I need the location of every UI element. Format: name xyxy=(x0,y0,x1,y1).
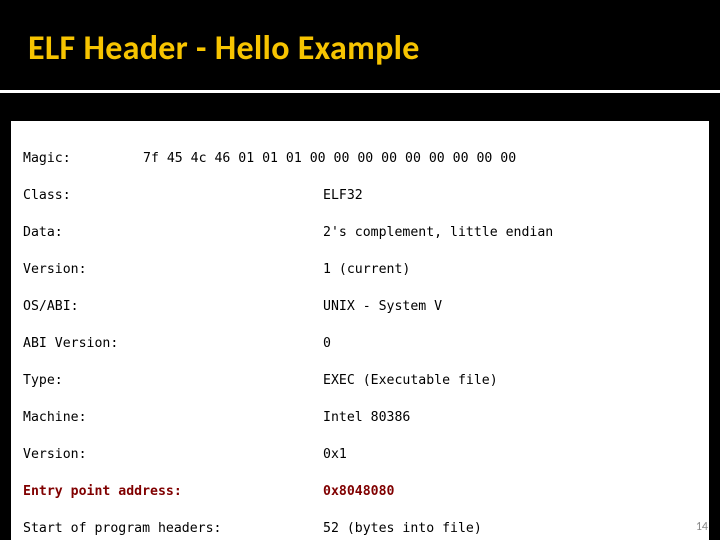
row-magic: Magic:7f 45 4c 46 01 01 01 00 00 00 00 0… xyxy=(23,150,697,169)
label-entry: Entry point address: xyxy=(23,483,323,502)
value-type: EXEC (Executable file) xyxy=(323,373,498,388)
value-version2: 0x1 xyxy=(323,447,347,462)
value-entry: 0x8048080 xyxy=(323,484,394,499)
title-underline xyxy=(0,90,720,93)
row-entry: Entry point address:0x8048080 xyxy=(23,483,697,502)
label-startph: Start of program headers: xyxy=(23,520,323,539)
value-class: ELF32 xyxy=(323,188,363,203)
slide-title: ELF Header - Hello Example xyxy=(28,28,420,69)
row-abiversion: ABI Version:0 xyxy=(23,335,697,354)
row-type: Type:EXEC (Executable file) xyxy=(23,372,697,391)
value-data: 2's complement, little endian xyxy=(323,225,553,240)
row-version2: Version:0x1 xyxy=(23,446,697,465)
row-osabi: OS/ABI:UNIX - System V xyxy=(23,298,697,317)
label-type: Type: xyxy=(23,372,323,391)
row-data: Data:2's complement, little endian xyxy=(23,224,697,243)
elf-header-box: Magic:7f 45 4c 46 01 01 01 00 00 00 00 0… xyxy=(10,120,710,540)
label-osabi: OS/ABI: xyxy=(23,298,323,317)
row-startph: Start of program headers:52 (bytes into … xyxy=(23,520,697,539)
slide: ELF Header - Hello Example Magic:7f 45 4… xyxy=(0,0,720,540)
label-class: Class: xyxy=(23,187,323,206)
value-abiversion: 0 xyxy=(323,336,331,351)
label-magic: Magic: xyxy=(23,150,143,169)
page-number: 14 xyxy=(696,520,708,534)
label-abiversion: ABI Version: xyxy=(23,335,323,354)
value-machine: Intel 80386 xyxy=(323,410,410,425)
row-machine: Machine:Intel 80386 xyxy=(23,409,697,428)
label-machine: Machine: xyxy=(23,409,323,428)
row-class: Class:ELF32 xyxy=(23,187,697,206)
label-version2: Version: xyxy=(23,446,323,465)
value-startph: 52 (bytes into file) xyxy=(323,521,482,536)
value-magic: 7f 45 4c 46 01 01 01 00 00 00 00 00 00 0… xyxy=(143,151,516,166)
value-version1: 1 (current) xyxy=(323,262,410,277)
label-version1: Version: xyxy=(23,261,323,280)
label-data: Data: xyxy=(23,224,323,243)
row-version1: Version:1 (current) xyxy=(23,261,697,280)
elf-header-listing: Magic:7f 45 4c 46 01 01 01 00 00 00 00 0… xyxy=(23,131,697,540)
value-osabi: UNIX - System V xyxy=(323,299,442,314)
